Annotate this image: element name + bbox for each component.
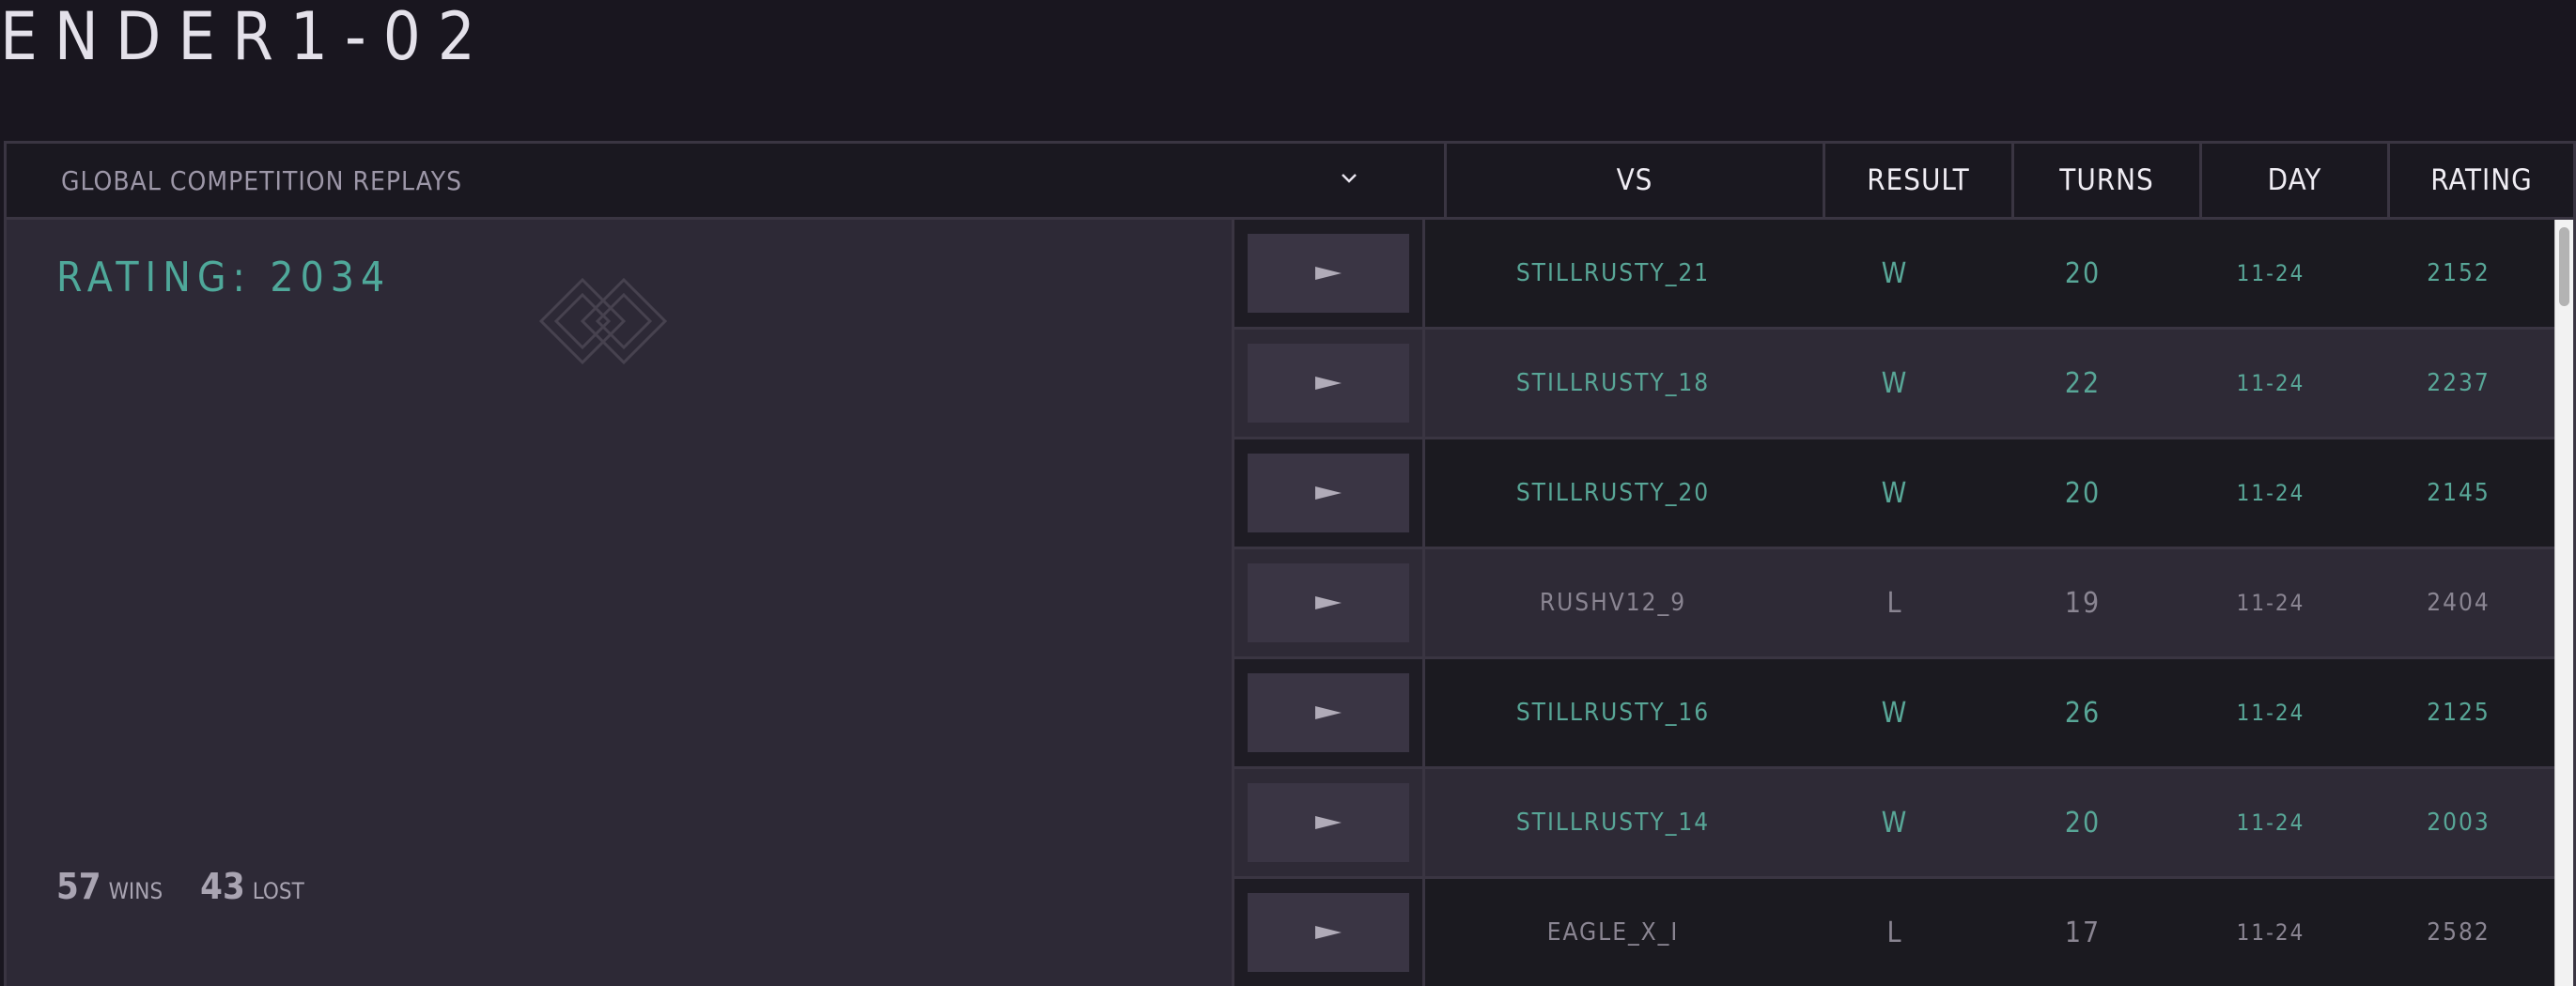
play-replay-button[interactable] [1248, 563, 1409, 642]
play-cell [1234, 879, 1425, 986]
opponent-rating: 2582 [2427, 918, 2491, 947]
play-replay-button[interactable] [1248, 893, 1409, 972]
opponent-name: RUSHV12_9 [1539, 589, 1687, 617]
player-summary: RATING: 2034 57 WINS 43 LOST [7, 220, 1234, 986]
turns-value: 20 [2064, 806, 2102, 840]
day-value: 11-24 [2236, 700, 2305, 726]
turns-value: 17 [2064, 916, 2102, 949]
replay-row[interactable]: STILLRUSTY_14 W 20 11-24 2003 [1234, 769, 2554, 879]
replay-row[interactable]: STILLRUSTY_20 W 20 11-24 2145 [1234, 439, 2554, 549]
play-icon [1315, 486, 1342, 500]
play-replay-button[interactable] [1248, 673, 1409, 752]
lost-label: LOST [252, 878, 304, 904]
play-cell [1234, 220, 1425, 327]
opponent-name: EAGLE_X_I [1546, 918, 1680, 947]
result-value: W [1881, 476, 1909, 510]
replay-row[interactable]: STILLRUSTY_21 W 20 11-24 2152 [1234, 220, 2554, 330]
replay-row[interactable]: RUSHV12_9 L 19 11-24 2404 [1234, 549, 2554, 659]
opponent-name: STILLRUSTY_16 [1515, 699, 1711, 727]
turns-value: 20 [2064, 476, 2102, 510]
opponent-name: STILLRUSTY_20 [1515, 479, 1711, 507]
day-value: 11-24 [2236, 919, 2305, 946]
turns-value: 22 [2064, 366, 2102, 400]
opponent-name: STILLRUSTY_21 [1515, 259, 1711, 287]
opponent-rating: 2237 [2427, 369, 2491, 397]
column-header-result[interactable]: RESULT [1825, 144, 2014, 217]
play-icon [1315, 377, 1342, 390]
day-value: 11-24 [2236, 590, 2305, 616]
play-replay-button[interactable] [1248, 344, 1409, 423]
play-cell [1234, 769, 1425, 876]
day-value: 11-24 [2236, 809, 2305, 836]
play-replay-button[interactable] [1248, 454, 1409, 532]
replay-row[interactable]: STILLRUSTY_16 W 26 11-24 2125 [1234, 659, 2554, 769]
replays-panel: GLOBAL COMPETITION REPLAYS VS RESULT TUR… [4, 141, 2576, 986]
column-header-turns[interactable]: TURNS [2014, 144, 2202, 217]
day-value: 11-24 [2236, 480, 2305, 506]
opponent-name: STILLRUSTY_18 [1515, 369, 1711, 397]
opponent-rating: 2003 [2427, 809, 2491, 837]
opponent-name: STILLRUSTY_14 [1515, 809, 1711, 837]
lost-count: 43 [200, 866, 245, 907]
chevron-down-icon [1342, 174, 1357, 183]
day-value: 11-24 [2236, 260, 2305, 286]
turns-value: 19 [2064, 586, 2102, 620]
play-replay-button[interactable] [1248, 783, 1409, 862]
column-header-vs[interactable]: VS [1447, 144, 1825, 217]
replays-header: GLOBAL COMPETITION REPLAYS VS RESULT TUR… [7, 144, 2573, 220]
opponent-rating: 2404 [2427, 589, 2491, 617]
play-icon [1315, 926, 1342, 939]
opponent-rating: 2125 [2427, 699, 2491, 727]
wins-count: 57 [56, 866, 101, 907]
page-title: ENDER1-02 [0, 0, 492, 75]
turns-value: 26 [2064, 696, 2102, 730]
opponent-rating: 2145 [2427, 479, 2491, 507]
play-cell [1234, 330, 1425, 437]
win-loss-record: 57 WINS 43 LOST [56, 866, 342, 907]
column-header-rating[interactable]: RATING [2390, 144, 2573, 217]
column-header-day[interactable]: DAY [2202, 144, 2390, 217]
play-icon [1315, 596, 1342, 609]
play-cell [1234, 439, 1425, 547]
play-cell [1234, 549, 1425, 656]
result-value: W [1881, 696, 1909, 730]
play-replay-button[interactable] [1248, 234, 1409, 313]
player-rating: RATING: 2034 [56, 254, 392, 301]
wins-label: WINS [108, 878, 163, 904]
play-icon [1315, 816, 1342, 829]
result-value: W [1881, 806, 1909, 840]
result-value: L [1886, 586, 1903, 620]
scrollbar[interactable] [2554, 220, 2573, 986]
play-icon [1315, 706, 1342, 719]
result-value: W [1881, 366, 1909, 400]
replay-source-dropdown[interactable]: GLOBAL COMPETITION REPLAYS [7, 144, 1447, 217]
turns-value: 20 [2064, 256, 2102, 290]
replay-row[interactable]: EAGLE_X_I L 17 11-24 2582 [1234, 879, 2554, 986]
day-value: 11-24 [2236, 370, 2305, 396]
opponent-rating: 2152 [2427, 259, 2491, 287]
replay-row[interactable]: STILLRUSTY_18 W 22 11-24 2237 [1234, 330, 2554, 439]
replay-list[interactable]: STILLRUSTY_21 W 20 11-24 2152 STILLRUSTY_18 W 2… [1234, 220, 2554, 986]
scrollbar-thumb[interactable] [2559, 227, 2569, 306]
play-cell [1234, 659, 1425, 766]
logo-icon [538, 277, 668, 365]
result-value: L [1886, 916, 1903, 949]
result-value: W [1881, 256, 1909, 290]
dropdown-label: GLOBAL COMPETITION REPLAYS [61, 164, 463, 196]
play-icon [1315, 267, 1342, 280]
